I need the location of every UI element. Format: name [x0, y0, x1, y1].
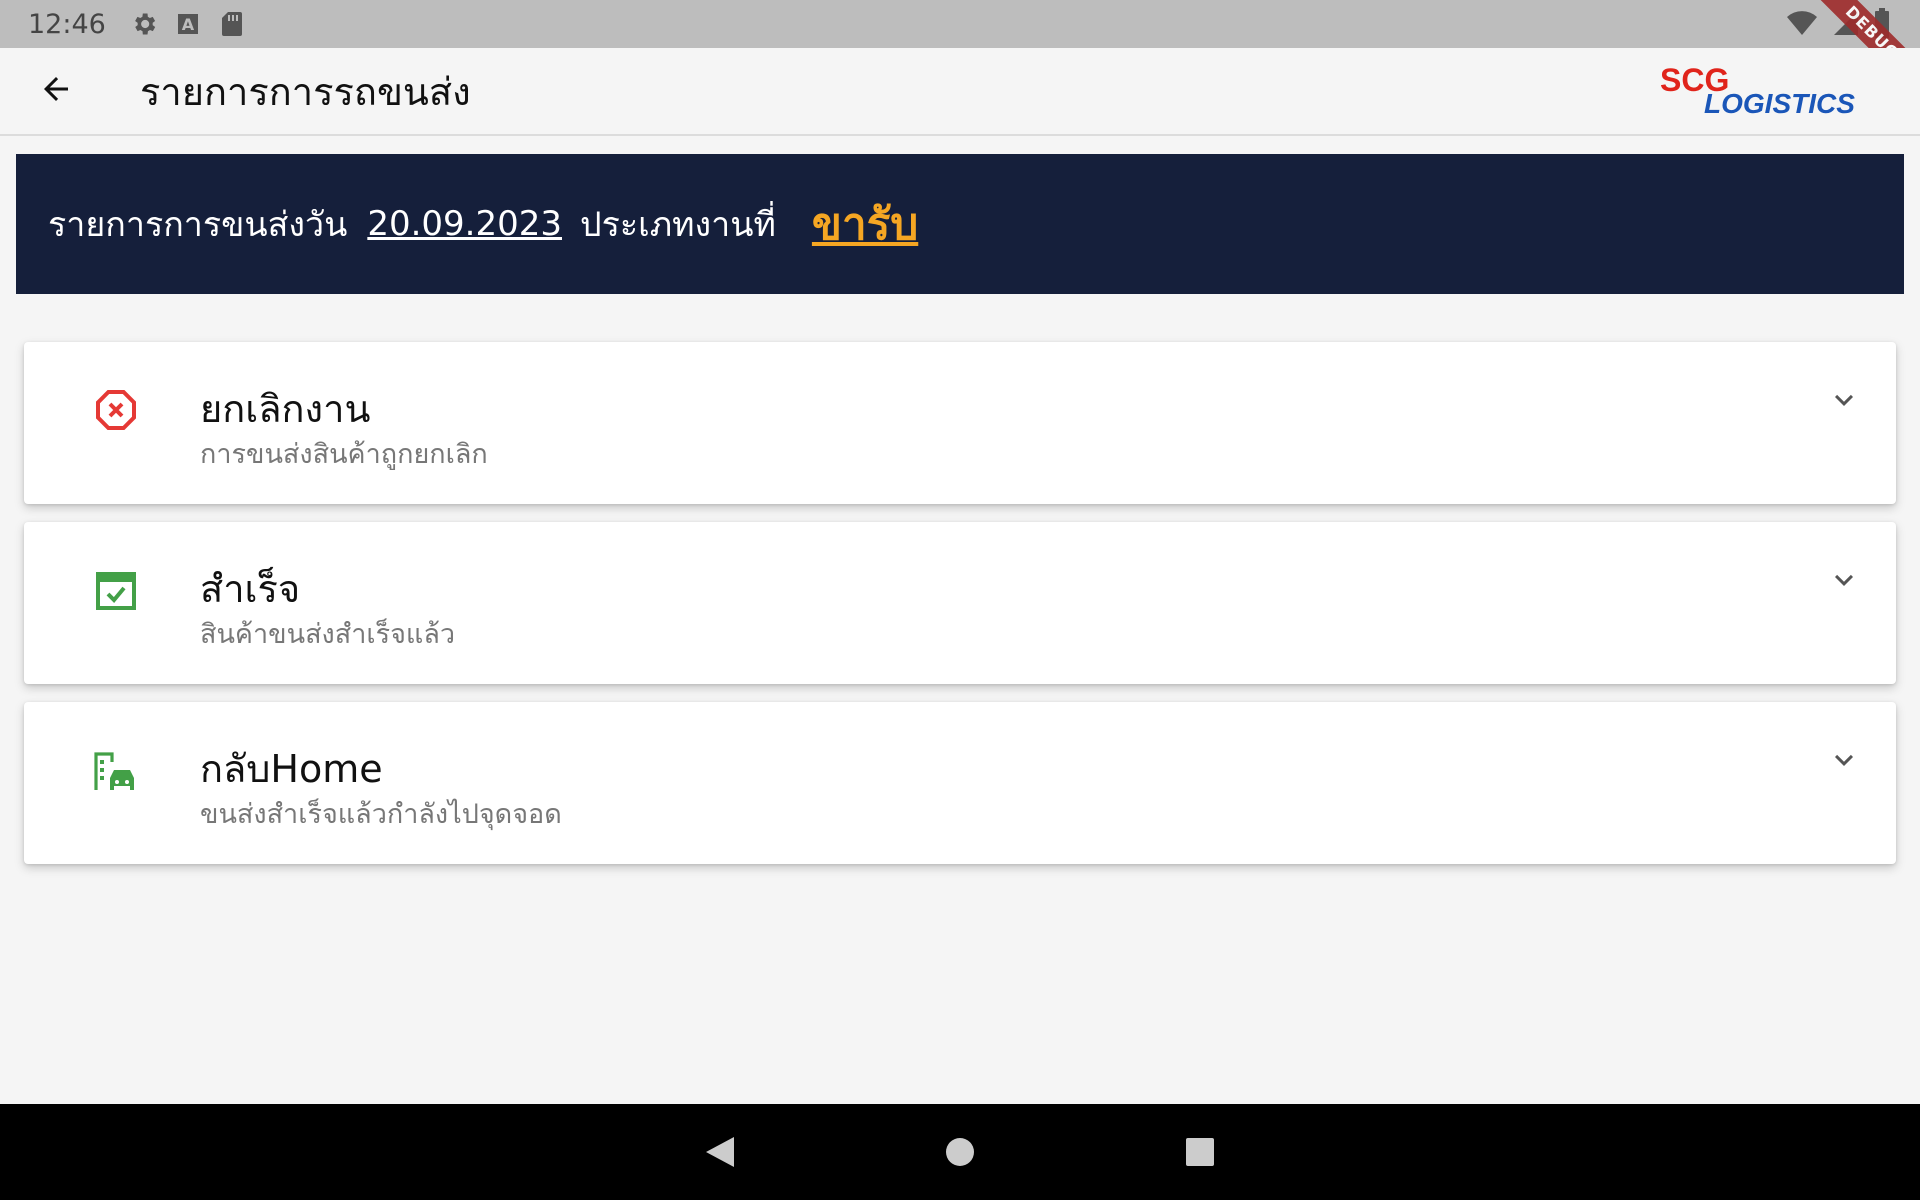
chevron-down-icon[interactable] — [1826, 382, 1862, 418]
home-circle-icon[interactable] — [940, 1132, 980, 1172]
scg-logistics-logo: SCG LOGISTICS — [1660, 62, 1890, 126]
card-title: ยกเลิกงาน — [200, 387, 371, 431]
back-triangle-icon[interactable] — [700, 1132, 740, 1172]
text-a-icon: A — [172, 8, 204, 40]
logo-logistics-text: LOGISTICS — [1704, 88, 1855, 119]
status-bar: 12:46 A DEBUG — [0, 0, 1920, 113]
app-bar: รายการการรถขนส่ง SCG LOGISTICS — [0, 48, 1920, 136]
recents-square-icon[interactable] — [1180, 1132, 1220, 1172]
card-subtitle: สินค้าขนส่งสำเร็จแล้ว — [200, 619, 456, 650]
gear-icon — [128, 8, 160, 40]
calendar-check-icon — [92, 566, 140, 614]
back-button[interactable] — [24, 59, 88, 123]
cancel-octagon-icon — [92, 386, 140, 434]
svg-text:A: A — [182, 15, 195, 34]
delivery-header-banner: รายการการขนส่งวัน 20.09.2023 ประเภทงานที… — [16, 154, 1904, 294]
banner-type-label: ประเภทงานที่ — [580, 205, 776, 245]
card-subtitle: ขนส่งสำเร็จแล้วกำลังไปจุดจอด — [200, 799, 562, 830]
page-title: รายการการรถขนส่ง — [140, 69, 471, 114]
card-subtitle: การขนส่งสินค้าถูกยกเลิก — [200, 439, 488, 470]
wifi-icon — [1786, 9, 1818, 41]
banner-type-value[interactable]: ขารับ — [812, 189, 918, 259]
banner-date[interactable]: 20.09.2023 — [367, 204, 562, 244]
chevron-down-icon[interactable] — [1826, 562, 1862, 598]
banner-label: รายการการขนส่งวัน — [48, 205, 348, 245]
status-time: 12:46 — [28, 8, 106, 40]
chevron-down-icon[interactable] — [1826, 742, 1862, 778]
building-car-icon — [92, 746, 140, 794]
arrow-left-icon — [38, 71, 74, 111]
card-title: กลับHome — [200, 747, 383, 791]
sd-card-icon — [216, 8, 248, 40]
status-card-success[interactable]: สำเร็จ สินค้าขนส่งสำเร็จแล้ว — [24, 522, 1896, 684]
card-title: สำเร็จ — [200, 567, 301, 611]
status-card-return-home[interactable]: กลับHome ขนส่งสำเร็จแล้วกำลังไปจุดจอด — [24, 702, 1896, 864]
status-card-cancelled[interactable]: ยกเลิกงาน การขนส่งสินค้าถูกยกเลิก — [24, 342, 1896, 504]
system-nav-bar — [0, 1104, 1920, 1200]
